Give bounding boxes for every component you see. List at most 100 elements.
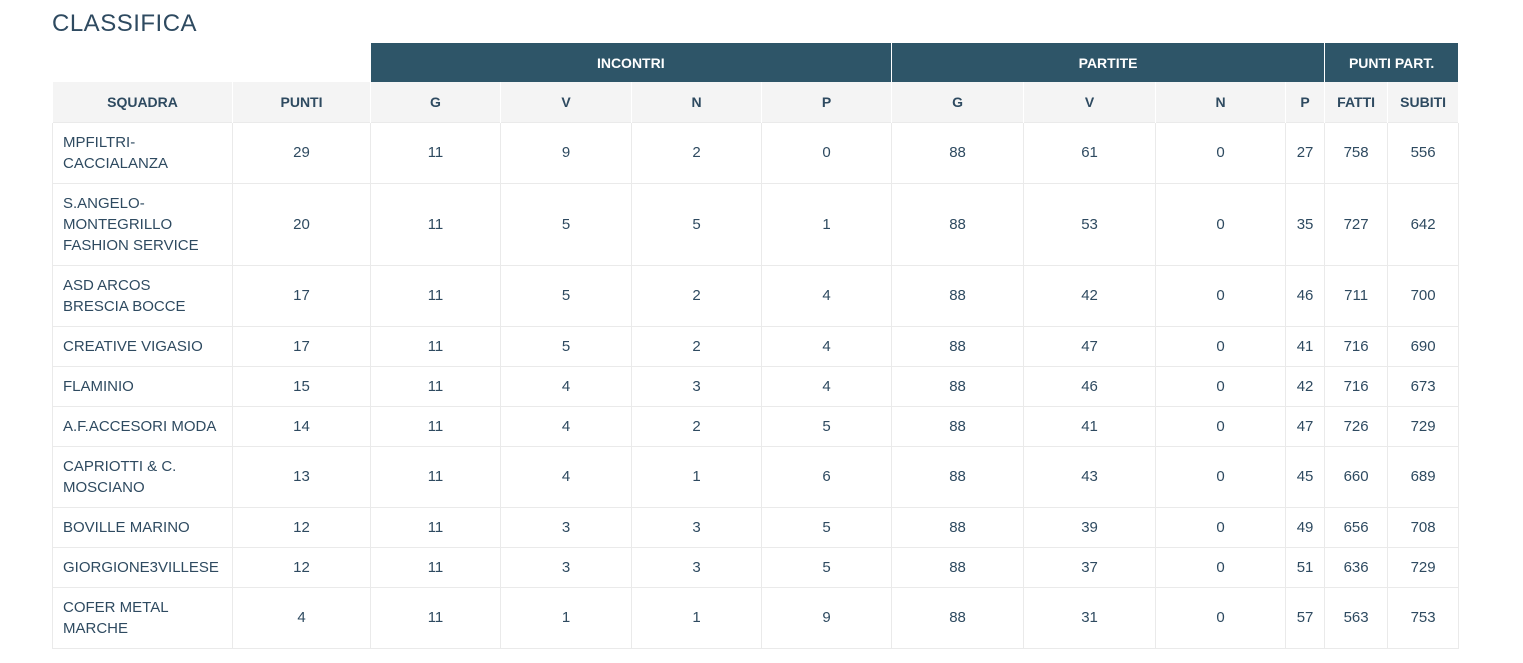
partite-n-cell: 0 (1155, 365, 1287, 407)
incontri-n-cell: 2 (631, 325, 762, 367)
incontri-n-cell: 2 (631, 121, 762, 184)
incontri-p-cell: 4 (760, 264, 893, 327)
fatti-cell: 716 (1324, 325, 1389, 367)
incontri-p-cell: 6 (760, 445, 893, 508)
partite-n-cell: 0 (1155, 121, 1287, 184)
column-header-incontri-g: G (370, 82, 501, 122)
punti-cell: 17 (232, 325, 371, 367)
partite-p-cell: 51 (1285, 546, 1326, 588)
group-header-incontri: INCONTRI (370, 43, 893, 82)
partite-p-cell: 45 (1285, 445, 1326, 508)
table-row: CAPRIOTTI & C. MOSCIANO 13 11 4 1 6 88 43 0 45 660 6… (52, 445, 1460, 508)
column-header-partite-g: G (891, 82, 1025, 122)
partite-v-cell: 37 (1023, 546, 1157, 588)
group-header-punti-part: PUNTI PART. (1324, 43, 1460, 82)
incontri-n-cell: 1 (631, 586, 762, 649)
partite-g-cell: 88 (891, 325, 1025, 367)
subiti-cell: 729 (1387, 405, 1460, 447)
partite-n-cell: 0 (1155, 506, 1287, 548)
table-row: CREATIVE VIGASIO 17 11 5 2 4 88 47 0 41 716 690 (52, 325, 1460, 367)
partite-p-cell: 49 (1285, 506, 1326, 548)
partite-v-cell: 42 (1023, 264, 1157, 327)
incontri-g-cell: 11 (370, 405, 501, 447)
table-row: MPFILTRI- CACCIALANZA 29 11 9 2 0 88 61 0 27 758 556 (52, 121, 1460, 184)
punti-cell: 4 (232, 586, 371, 649)
standings-table: INCONTRI PARTITE PUNTI PART. SQUADRA PUN… (52, 43, 1460, 649)
incontri-g-cell: 11 (370, 325, 501, 367)
partite-g-cell: 88 (891, 506, 1025, 548)
incontri-g-cell: 11 (370, 264, 501, 327)
incontri-p-cell: 5 (760, 405, 893, 447)
incontri-v-cell: 4 (500, 365, 632, 407)
fatti-cell: 636 (1324, 546, 1389, 588)
incontri-g-cell: 11 (370, 365, 501, 407)
incontri-n-cell: 5 (631, 182, 762, 266)
incontri-p-cell: 1 (760, 182, 893, 266)
column-header-subiti: SUBITI (1387, 82, 1460, 122)
incontri-g-cell: 11 (370, 445, 501, 508)
column-header-partite-v: V (1023, 82, 1157, 122)
partite-n-cell: 0 (1155, 445, 1287, 508)
partite-g-cell: 88 (891, 182, 1025, 266)
incontri-p-cell: 4 (760, 325, 893, 367)
partite-v-cell: 31 (1023, 586, 1157, 649)
subiti-cell: 690 (1387, 325, 1460, 367)
incontri-g-cell: 11 (370, 121, 501, 184)
fatti-cell: 758 (1324, 121, 1389, 184)
partite-n-cell: 0 (1155, 264, 1287, 327)
partite-g-cell: 88 (891, 445, 1025, 508)
subiti-cell: 700 (1387, 264, 1460, 327)
punti-cell: 29 (232, 121, 371, 184)
team-name: MPFILTRI- CACCIALANZA (52, 121, 233, 184)
group-header-blank (52, 43, 371, 82)
table-row: S.ANGELO- MONTEGRILLO FASHION SERVICE 20 11 5… (52, 182, 1460, 266)
table-row: ASD ARCOS BRESCIA BOCCE 17 11 5 2 4 88 42 0 46 711 7… (52, 264, 1460, 327)
incontri-p-cell: 4 (760, 365, 893, 407)
incontri-n-cell: 3 (631, 506, 762, 548)
partite-v-cell: 43 (1023, 445, 1157, 508)
fatti-cell: 716 (1324, 365, 1389, 407)
column-header-fatti: FATTI (1324, 82, 1389, 122)
team-name: S.ANGELO- MONTEGRILLO FASHION SERVICE (52, 182, 233, 266)
partite-n-cell: 0 (1155, 325, 1287, 367)
incontri-v-cell: 1 (500, 586, 632, 649)
group-header-partite: PARTITE (891, 43, 1326, 82)
partite-g-cell: 88 (891, 365, 1025, 407)
subiti-cell: 753 (1387, 586, 1460, 649)
partite-v-cell: 39 (1023, 506, 1157, 548)
partite-n-cell: 0 (1155, 182, 1287, 266)
column-header-punti: PUNTI (232, 82, 371, 122)
incontri-p-cell: 5 (760, 546, 893, 588)
partite-n-cell: 0 (1155, 405, 1287, 447)
subiti-cell: 556 (1387, 121, 1460, 184)
partite-p-cell: 46 (1285, 264, 1326, 327)
partite-g-cell: 88 (891, 405, 1025, 447)
punti-cell: 20 (232, 182, 371, 266)
partite-p-cell: 57 (1285, 586, 1326, 649)
punti-cell: 13 (232, 445, 371, 508)
team-name: GIORGIONE3VILLESE (52, 546, 233, 588)
incontri-g-cell: 11 (370, 586, 501, 649)
incontri-v-cell: 4 (500, 405, 632, 447)
table-row: BOVILLE MARINO 12 11 3 3 5 88 39 0 49 656 708 (52, 506, 1460, 548)
punti-cell: 15 (232, 365, 371, 407)
partite-p-cell: 42 (1285, 365, 1326, 407)
incontri-v-cell: 3 (500, 506, 632, 548)
team-name: CREATIVE VIGASIO (52, 325, 233, 367)
team-name: CAPRIOTTI & C. MOSCIANO (52, 445, 233, 508)
team-name: FLAMINIO (52, 365, 233, 407)
subiti-cell: 729 (1387, 546, 1460, 588)
partite-n-cell: 0 (1155, 546, 1287, 588)
team-name: ASD ARCOS BRESCIA BOCCE (52, 264, 233, 327)
team-name: COFER METAL MARCHE (52, 586, 233, 649)
incontri-n-cell: 2 (631, 405, 762, 447)
column-header-partite-p: P (1285, 82, 1326, 122)
incontri-p-cell: 9 (760, 586, 893, 649)
incontri-v-cell: 5 (500, 325, 632, 367)
punti-cell: 14 (232, 405, 371, 447)
incontri-n-cell: 3 (631, 365, 762, 407)
fatti-cell: 563 (1324, 586, 1389, 649)
partite-p-cell: 27 (1285, 121, 1326, 184)
fatti-cell: 656 (1324, 506, 1389, 548)
incontri-v-cell: 5 (500, 264, 632, 327)
